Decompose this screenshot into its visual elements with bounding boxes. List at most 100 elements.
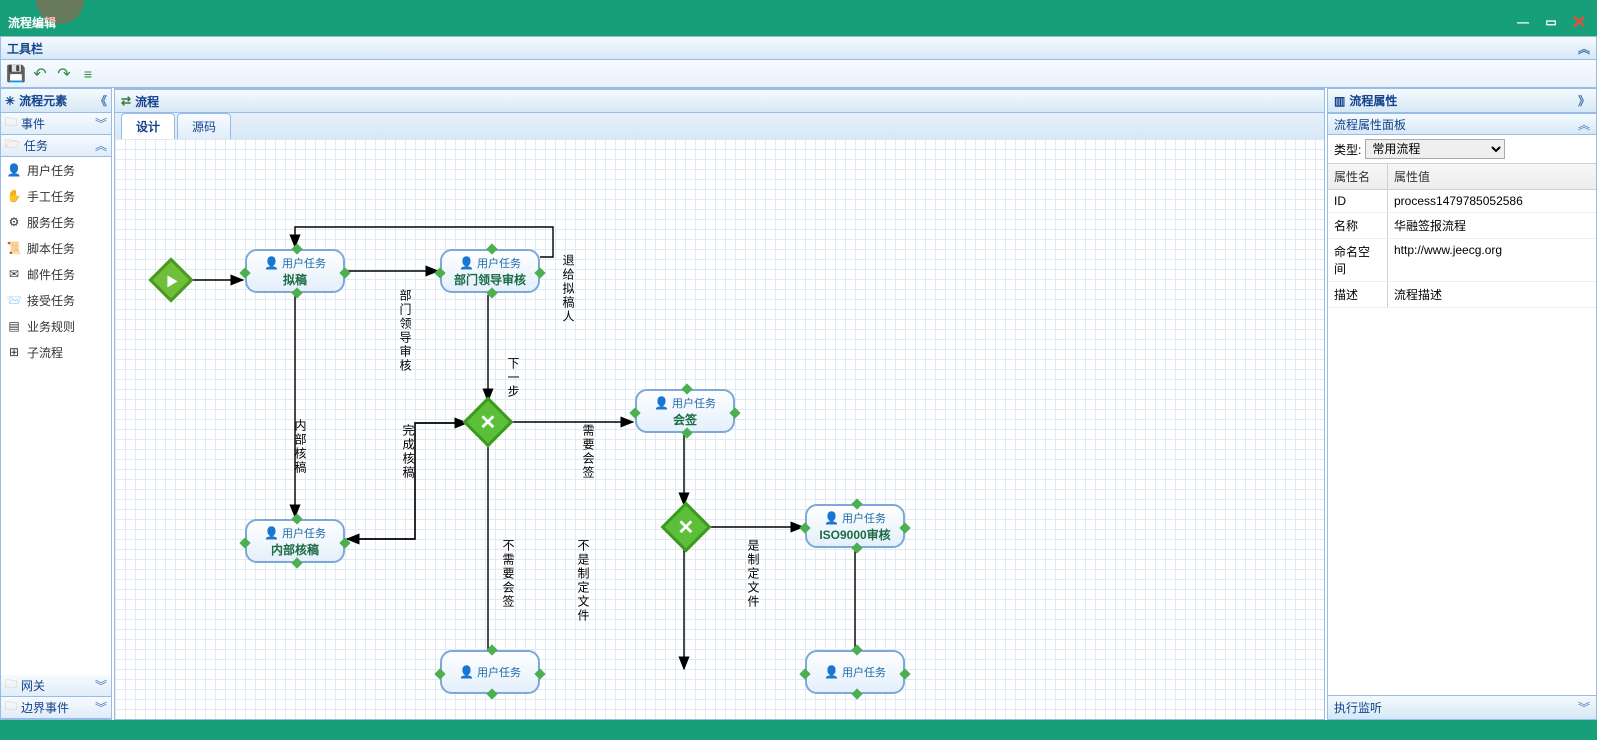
node-name: ISO9000审核: [819, 526, 890, 543]
sidebar-item-label: 手工任务: [27, 188, 75, 205]
sidebar-item-task-6[interactable]: ▤业务规则: [1, 313, 111, 339]
property-name: 命名空间: [1328, 239, 1388, 281]
accordion-tasks[interactable]: 🗁 任务 ︽: [1, 135, 111, 157]
properties-collapse-icon[interactable]: 》: [1578, 92, 1590, 109]
node-name: 拟稿: [283, 271, 307, 288]
property-value: 流程描述: [1388, 282, 1596, 307]
node-name: 内部核稿: [271, 541, 319, 558]
type-label: 类型:: [1334, 141, 1361, 158]
accordion-tasks-label: 任务: [24, 137, 48, 154]
property-row[interactable]: 名称华融签报流程: [1328, 213, 1596, 239]
node-type-label: 👤用户任务: [824, 664, 886, 680]
close-button[interactable]: ✕: [1569, 14, 1589, 30]
tab-strip: 设计 源码: [114, 113, 1325, 139]
sidebar-item-task-4[interactable]: ✉邮件任务: [1, 261, 111, 287]
accordion-gateways[interactable]: 🗀 网关 ︾: [1, 675, 111, 697]
toolbar-collapse-icon[interactable]: ︽: [1578, 40, 1590, 57]
user-icon: 👤: [459, 665, 474, 679]
user-task-node[interactable]: 👤用户任务会签: [635, 389, 735, 433]
sidebar-item-task-5[interactable]: 📨 接受任务: [1, 287, 111, 313]
task-item-list: 👤用户任务 ✋ 手工任务 ⚙ 服务任务 📜脚本任务✉邮件任务 📨 接受任务 ▤业务规则⊞子流程: [1, 157, 111, 675]
property-row[interactable]: 命名空间http://www.jeecg.org: [1328, 239, 1596, 282]
user-icon: 👤: [264, 256, 279, 270]
user-task-node[interactable]: 👤用户任务内部核稿: [245, 519, 345, 563]
expand-icon: ︾: [95, 699, 107, 716]
center-panel: ⇄ 流程 设计 源码: [114, 88, 1325, 720]
maximize-button[interactable]: ▭: [1541, 14, 1561, 30]
node-type-label: 👤用户任务: [264, 255, 326, 271]
accordion-gateways-label: 网关: [21, 677, 45, 694]
property-name: 描述: [1328, 282, 1388, 307]
expand-icon: ︾: [95, 115, 107, 132]
properties-panel-title: 流程属性面板: [1334, 116, 1406, 133]
sidebar-item-label: 用户任务: [27, 162, 75, 179]
redo-button[interactable]: ↷: [55, 65, 73, 83]
property-name: ID: [1328, 190, 1388, 212]
task-type-icon: ⊞: [7, 345, 21, 359]
user-task-node[interactable]: 👤用户任务: [805, 650, 905, 694]
accordion-boundary[interactable]: 🗀 边界事件 ︾: [1, 697, 111, 719]
sidebar-item-task-0[interactable]: 👤用户任务: [1, 157, 111, 183]
expand-icon[interactable]: ︾: [1578, 699, 1590, 716]
undo-button[interactable]: ↶: [31, 65, 49, 83]
property-table: 属性名 属性值 IDprocess1479785052586名称华融签报流程命名…: [1328, 163, 1596, 308]
minimize-button[interactable]: —: [1513, 14, 1533, 30]
col-header-name: 属性名: [1328, 164, 1388, 189]
sidebar-item-task-7[interactable]: ⊞子流程: [1, 339, 111, 365]
listener-footer[interactable]: 执行监听 ︾: [1328, 695, 1596, 719]
task-type-icon: ⚙: [7, 215, 21, 229]
flow-icon: ⇄: [121, 94, 131, 108]
sidebar-item-task-1[interactable]: ✋ 手工任务: [1, 183, 111, 209]
user-task-node[interactable]: 👤用户任务拟稿: [245, 249, 345, 293]
property-value: http://www.jeecg.org: [1388, 239, 1596, 281]
user-icon: 👤: [824, 665, 839, 679]
collapse-icon[interactable]: ︽: [1578, 116, 1590, 133]
flow-canvas[interactable]: 👤用户任务拟稿👤用户任务部门领导审核👤用户任务内部核稿👤用户任务会签👤用户任务I…: [115, 139, 1324, 719]
sidebar-header[interactable]: ✳ 流程元素 《: [1, 89, 111, 113]
type-row: 类型: 常用流程: [1328, 135, 1596, 163]
sidebar-item-label: 服务任务: [27, 214, 75, 231]
save-button[interactable]: 💾: [7, 65, 25, 83]
grid-icon: ▥: [1334, 94, 1345, 108]
user-icon: 👤: [654, 396, 669, 410]
user-task-node[interactable]: 👤用户任务ISO9000审核: [805, 504, 905, 548]
property-row[interactable]: IDprocess1479785052586: [1328, 190, 1596, 213]
type-select[interactable]: 常用流程: [1365, 139, 1505, 159]
sidebar-item-task-3[interactable]: 📜脚本任务: [1, 235, 111, 261]
accordion-boundary-label: 边界事件: [21, 699, 69, 716]
user-icon: 👤: [824, 511, 839, 525]
collapse-icon: ︽: [95, 137, 107, 154]
expand-icon: ︾: [95, 677, 107, 694]
property-value: 华融签报流程: [1388, 213, 1596, 238]
user-task-node[interactable]: 👤用户任务部门领导审核: [440, 249, 540, 293]
user-task-node[interactable]: 👤用户任务: [440, 650, 540, 694]
user-icon: 👤: [459, 256, 474, 270]
tab-source[interactable]: 源码: [177, 113, 231, 139]
node-type-label: 👤用户任务: [264, 525, 326, 541]
folder-icon: 🗀: [5, 697, 17, 718]
properties-title: 流程属性: [1349, 92, 1397, 109]
node-name: 部门领导审核: [454, 271, 526, 288]
tab-design[interactable]: 设计: [121, 113, 175, 139]
accordion-events[interactable]: 🗀 事件 ︾: [1, 113, 111, 135]
properties-header[interactable]: ▥ 流程属性 》: [1328, 89, 1596, 113]
folder-icon: 🗀: [5, 675, 17, 696]
properties-subheader[interactable]: 流程属性面板 ︽: [1328, 113, 1596, 135]
sidebar-item-label: 业务规则: [27, 318, 75, 335]
task-type-icon: 📨: [7, 293, 21, 307]
node-type-label: 👤用户任务: [459, 255, 521, 271]
listener-title: 执行监听: [1334, 699, 1382, 716]
sidebar-item-label: 邮件任务: [27, 266, 75, 283]
accordion-events-label: 事件: [21, 115, 45, 132]
toolbar: 💾 ↶ ↷ ≡: [0, 60, 1597, 88]
align-button[interactable]: ≡: [79, 65, 97, 83]
sidebar-item-label: 接受任务: [27, 292, 75, 309]
property-row[interactable]: 描述流程描述: [1328, 282, 1596, 308]
task-type-icon: ✋: [7, 189, 21, 203]
sidebar-collapse-icon[interactable]: 《: [95, 92, 107, 109]
toolbar-header[interactable]: 工具栏 ︽: [0, 36, 1597, 60]
sidebar-item-label: 脚本任务: [27, 240, 75, 257]
sidebar-item-task-2[interactable]: ⚙ 服务任务: [1, 209, 111, 235]
sidebar-title: 流程元素: [19, 92, 67, 109]
node-name: 会签: [673, 411, 697, 428]
